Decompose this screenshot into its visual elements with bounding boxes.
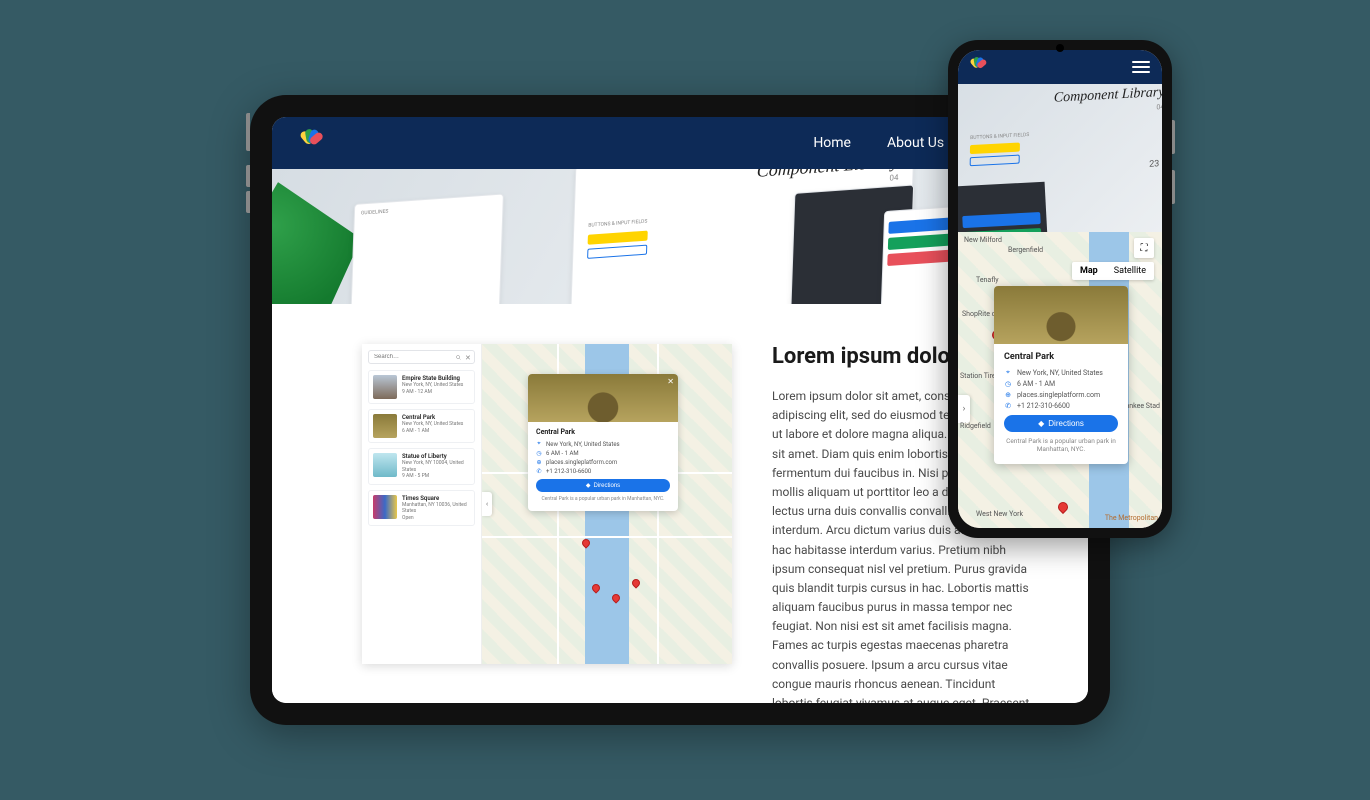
popup-hours: ◷6 AM - 1 AM bbox=[1004, 380, 1118, 388]
place-name: Empire State Building bbox=[402, 375, 463, 382]
popup-phone[interactable]: ✆+1 212-310-6600 bbox=[1004, 402, 1118, 410]
globe-icon: ⊕ bbox=[536, 459, 542, 466]
place-name: Times Square bbox=[402, 495, 470, 502]
phone-icon: ✆ bbox=[536, 468, 542, 475]
location-icon: ⌖ bbox=[1004, 368, 1012, 377]
directions-icon: ◆ bbox=[1038, 419, 1044, 428]
map-type-satellite[interactable]: Satellite bbox=[1106, 262, 1154, 280]
popup-website[interactable]: ⊕places.singleplatform.com bbox=[536, 459, 670, 466]
popup-title: Central Park bbox=[1004, 352, 1118, 362]
place-thumbnail bbox=[373, 453, 397, 477]
clear-search-icon[interactable]: ✕ bbox=[465, 355, 470, 360]
place-card[interactable]: Times SquareManhattan, NY 10036, United … bbox=[368, 490, 475, 527]
phone-place-popup: Central Park ⌖New York, NY, United State… bbox=[994, 286, 1128, 464]
map-widget: ✕ Empire State BuildingNew York, NY, Uni… bbox=[362, 344, 732, 664]
location-icon: ⌖ bbox=[536, 440, 542, 448]
place-name: Central Park bbox=[402, 414, 463, 421]
places-sidebar: ✕ Empire State BuildingNew York, NY, Uni… bbox=[362, 344, 482, 664]
place-card[interactable]: Statue of LibertyNew York, NY 10004, Uni… bbox=[368, 448, 475, 485]
map-label: The Metropolitan bbox=[1105, 514, 1158, 522]
place-thumbnail bbox=[373, 414, 397, 438]
popup-image: ✕ bbox=[528, 374, 678, 422]
place-address: New York, NY, United States bbox=[402, 421, 463, 428]
hero-sheet-1: GUIDELINES bbox=[350, 193, 504, 304]
map-label: West New York bbox=[976, 510, 1023, 518]
clock-icon: ◷ bbox=[1004, 380, 1012, 388]
map-pin[interactable] bbox=[610, 592, 621, 603]
logo-icon bbox=[970, 59, 986, 75]
tablet-volume-up bbox=[246, 165, 250, 187]
place-thumbnail bbox=[373, 495, 397, 519]
place-card[interactable]: Central ParkNew York, NY, United States6… bbox=[368, 409, 475, 443]
hamburger-menu-icon[interactable] bbox=[1132, 61, 1150, 73]
place-hours: 9 AM - 5 PM bbox=[402, 473, 470, 480]
map-label: New Milford bbox=[964, 236, 1002, 244]
search-input[interactable] bbox=[374, 354, 452, 360]
directions-button[interactable]: ◆ Directions bbox=[536, 479, 670, 492]
map-pin[interactable] bbox=[580, 537, 591, 548]
close-icon[interactable]: ✕ bbox=[667, 378, 674, 386]
phone-screen: Component Library 04 BUTTONS & INPUT FIE… bbox=[958, 50, 1162, 528]
map-label: Bergenfield bbox=[1008, 246, 1043, 254]
popup-title: Central Park bbox=[536, 428, 670, 436]
popup-image bbox=[994, 286, 1128, 344]
popup-hours: ◷6 AM - 1 AM bbox=[536, 450, 670, 457]
hero-sheet-4 bbox=[880, 206, 954, 304]
phone-nav bbox=[958, 50, 1162, 84]
map-label: Tenafly bbox=[976, 276, 999, 284]
place-address: Manhattan, NY 10036, United States bbox=[402, 502, 470, 515]
place-hours: 6 AM - 1 AM bbox=[402, 428, 463, 435]
place-thumbnail bbox=[373, 375, 397, 399]
popup-description: Central Park is a popular urban park in … bbox=[536, 496, 670, 503]
nav-link-about[interactable]: About Us bbox=[887, 135, 944, 151]
map-pin[interactable] bbox=[1056, 500, 1070, 514]
logo-icon bbox=[300, 132, 322, 154]
place-name: Statue of Liberty bbox=[402, 453, 470, 460]
directions-icon: ◆ bbox=[586, 482, 591, 489]
popup-address: ⌖New York, NY, United States bbox=[536, 440, 670, 448]
directions-button[interactable]: ◆ Directions bbox=[1004, 415, 1118, 432]
place-address: New York, NY, United States bbox=[402, 382, 463, 389]
popup-address: ⌖New York, NY, United States bbox=[1004, 368, 1118, 377]
phone-side-button-1 bbox=[1172, 120, 1175, 154]
phone-hero-banner: Component Library 04 BUTTONS & INPUT FIE… bbox=[958, 84, 1162, 232]
tablet-volume-down bbox=[246, 191, 250, 213]
phone-map-canvas[interactable]: ⛶ Map Satellite › New Milford Bergenfiel… bbox=[958, 232, 1162, 528]
map-pin[interactable] bbox=[590, 582, 601, 593]
phone-camera bbox=[1056, 44, 1064, 52]
map-pin[interactable] bbox=[630, 577, 641, 588]
popup-website[interactable]: ⊕places.singleplatform.com bbox=[1004, 391, 1118, 399]
map-type-map[interactable]: Map bbox=[1072, 262, 1106, 280]
place-address: New York, NY 10004, United States bbox=[402, 460, 470, 473]
collapse-sidebar-button[interactable]: ‹ bbox=[482, 492, 492, 516]
map-label: Ridgefield bbox=[960, 422, 991, 430]
map-label: Station Tire bbox=[960, 372, 996, 380]
phone-icon: ✆ bbox=[1004, 402, 1012, 410]
fullscreen-icon[interactable]: ⛶ bbox=[1134, 238, 1154, 258]
map-canvas[interactable]: ‹ ✕ Central Park ⌖New York, NY, United S… bbox=[482, 344, 732, 664]
search-field[interactable]: ✕ bbox=[368, 350, 475, 364]
search-icon bbox=[456, 355, 461, 360]
map-type-toggle: Map Satellite bbox=[1072, 262, 1154, 280]
place-card[interactable]: Empire State BuildingNew York, NY, Unite… bbox=[368, 370, 475, 404]
place-popup: ✕ Central Park ⌖New York, NY, United Sta… bbox=[528, 374, 678, 511]
popup-phone[interactable]: ✆+1 212-310-6600 bbox=[536, 468, 670, 475]
phone-side-button-2 bbox=[1172, 170, 1175, 204]
tablet-power-button bbox=[246, 113, 250, 151]
place-hours: 9 AM - 12 AM bbox=[402, 389, 463, 396]
clock-icon: ◷ bbox=[536, 450, 542, 457]
place-hours: Open bbox=[402, 515, 470, 522]
nav-link-home[interactable]: Home bbox=[813, 135, 851, 151]
popup-description: Central Park is a popular urban park in … bbox=[1004, 437, 1118, 454]
phone-device-frame: Component Library 04 BUTTONS & INPUT FIE… bbox=[948, 40, 1172, 538]
globe-icon: ⊕ bbox=[1004, 391, 1012, 399]
expand-sidebar-button[interactable]: › bbox=[958, 395, 970, 423]
